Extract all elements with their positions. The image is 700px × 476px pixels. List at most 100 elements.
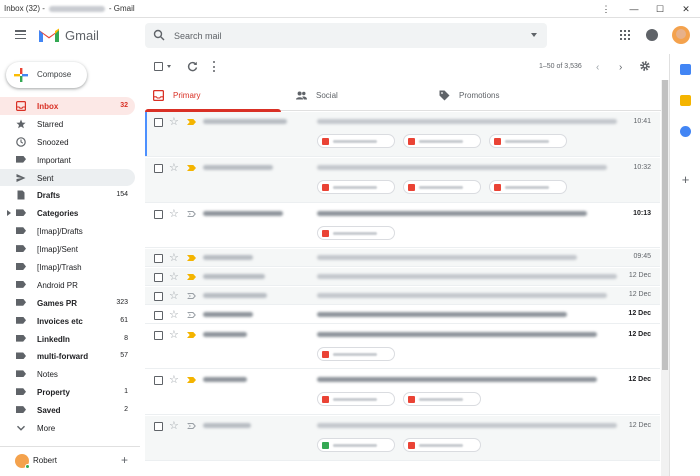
add-addon-icon[interactable]: + [680,173,691,186]
sidebar-item-imap-sent[interactable]: [Imap]/Sent [0,240,135,258]
star-toggle-icon[interactable]: ☆ [169,207,179,220]
main-menu-icon[interactable] [15,30,26,39]
attachment-chip[interactable] [489,134,567,148]
sidebar-item-imap-drafts[interactable]: [Imap]/Drafts [0,222,135,240]
email-row[interactable]: ☆ 10:13 [145,204,660,248]
important-marker-icon[interactable] [187,293,196,299]
email-row[interactable]: ☆ 12 Dec [145,416,660,461]
important-marker-icon[interactable] [187,255,196,261]
tab-promotions[interactable]: Promotions [431,80,581,111]
minimize-button[interactable]: — [620,0,648,18]
important-marker-icon[interactable] [187,312,196,318]
email-row[interactable]: ☆ 12 Dec [145,287,660,305]
account-avatar[interactable] [672,26,690,44]
user-name[interactable]: Robert [33,456,57,465]
sidebar-item-categories[interactable]: Categories [0,204,135,222]
window-menu-button[interactable]: ⋮ [592,0,620,18]
older-page-button[interactable]: ‹ [596,62,599,73]
tab-social[interactable]: Social [288,80,424,111]
important-marker-icon[interactable] [187,274,196,280]
attachment-chip[interactable] [317,180,395,194]
email-row[interactable]: ☆ 12 Dec [145,370,660,415]
sidebar-item-games-pr[interactable]: Games PR 323 [0,294,135,312]
attachment-chip[interactable] [403,438,481,452]
sidebar-item-snoozed[interactable]: Snoozed [0,133,135,151]
sidebar-item-inbox[interactable]: Inbox 32 [0,97,135,115]
important-marker-icon[interactable] [187,119,196,125]
star-toggle-icon[interactable]: ☆ [169,115,179,128]
row-checkbox[interactable] [154,254,163,263]
sidebar-item-more[interactable]: More [0,419,135,437]
search-input[interactable]: Search mail [174,31,222,41]
email-row[interactable]: ☆ 09:45 [145,249,660,267]
email-row[interactable]: ☆ 12 Dec [145,325,660,369]
important-marker-icon[interactable] [187,165,196,171]
sidebar-item-invoices[interactable]: Invoices etc 61 [0,312,135,330]
sidebar-item-drafts[interactable]: Drafts 154 [0,186,135,204]
attachment-chip[interactable] [317,226,395,240]
email-row[interactable]: ☆ 10:32 [145,158,660,203]
attachment-chip[interactable] [317,347,395,361]
sidebar-item-starred[interactable]: Starred [0,115,135,133]
row-checkbox[interactable] [154,210,163,219]
row-checkbox[interactable] [154,376,163,385]
new-conversation-button[interactable]: + [121,453,128,467]
sidebar-item-notes[interactable]: Notes [0,365,135,383]
sidebar-item-imap-trash[interactable]: [Imap]/Trash [0,258,135,276]
select-options-icon[interactable] [167,65,171,68]
sidebar-item-property[interactable]: Property 1 [0,383,135,401]
star-toggle-icon[interactable]: ☆ [169,328,179,341]
refresh-icon[interactable] [187,61,198,72]
sidebar-item-saved[interactable]: Saved 2 [0,401,135,419]
sidebar-item-important[interactable]: Important [0,151,135,169]
sidebar-item-android-pr[interactable]: Android PR [0,276,135,294]
email-row[interactable]: ☆ 10:41 [145,112,660,157]
apps-grid-icon[interactable] [620,30,630,40]
row-checkbox[interactable] [154,331,163,340]
gmail-logo-icon[interactable] [38,27,60,43]
email-row[interactable]: ☆ 12 Dec [145,306,660,324]
scrollbar-thumb[interactable] [662,80,668,370]
row-checkbox[interactable] [154,292,163,301]
tab-primary[interactable]: Primary [145,80,281,112]
star-toggle-icon[interactable]: ☆ [169,419,179,432]
calendar-icon[interactable] [680,64,691,75]
important-marker-icon[interactable] [187,423,196,429]
tasks-icon[interactable] [680,126,691,137]
email-row[interactable]: ☆ 12 Dec [145,268,660,286]
attachment-chip[interactable] [489,180,567,194]
row-checkbox[interactable] [154,311,163,320]
search-options-icon[interactable] [531,33,537,37]
star-toggle-icon[interactable]: ☆ [169,289,179,302]
compose-button[interactable]: Compose [6,62,87,88]
sidebar-item-linkedin[interactable]: LinkedIn 8 [0,330,135,348]
support-icon[interactable] [646,29,658,41]
important-marker-icon[interactable] [187,211,196,217]
attachment-chip[interactable] [403,180,481,194]
search-bar[interactable]: Search mail [145,23,547,48]
attachment-chip[interactable] [317,134,395,148]
gear-icon[interactable] [639,60,651,72]
star-toggle-icon[interactable]: ☆ [169,270,179,283]
row-checkbox[interactable] [154,164,163,173]
attachment-chip[interactable] [403,392,481,406]
important-marker-icon[interactable] [187,332,196,338]
attachment-chip[interactable] [317,392,395,406]
attachment-chip[interactable] [403,134,481,148]
star-toggle-icon[interactable]: ☆ [169,308,179,321]
list-scrollbar[interactable] [661,80,669,476]
row-checkbox[interactable] [154,118,163,127]
maximize-button[interactable]: ☐ [646,0,674,18]
close-button[interactable]: ✕ [672,0,700,18]
row-checkbox[interactable] [154,273,163,282]
newer-page-button[interactable]: › [619,62,622,73]
sidebar-item-multi-forward[interactable]: multi-forward 57 [0,347,135,365]
important-marker-icon[interactable] [187,377,196,383]
sidebar-item-sent[interactable]: Sent [0,168,135,187]
star-toggle-icon[interactable]: ☆ [169,373,179,386]
star-toggle-icon[interactable]: ☆ [169,251,179,264]
keep-icon[interactable] [680,95,691,106]
attachment-chip[interactable] [317,438,395,452]
search-icon[interactable] [153,29,165,41]
more-options-icon[interactable] [213,61,216,72]
